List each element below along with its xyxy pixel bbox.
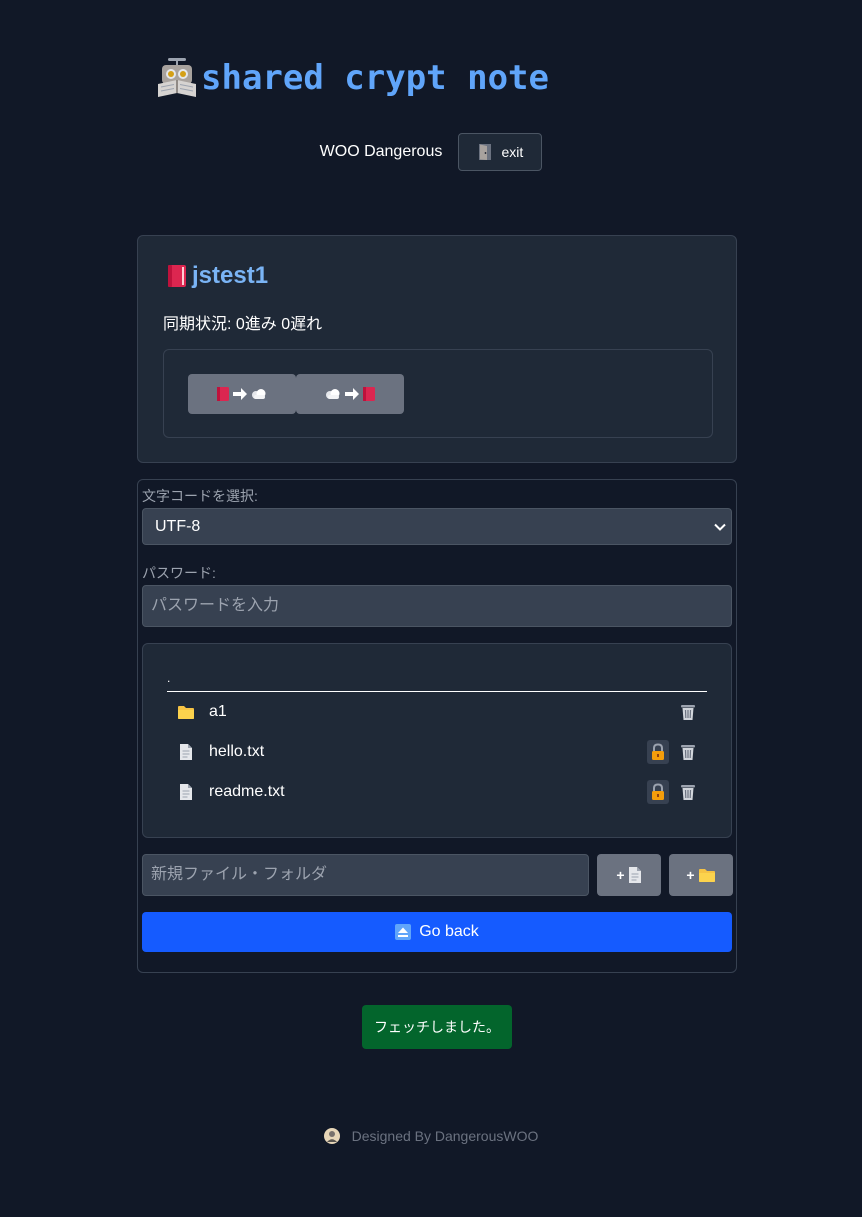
folder-icon	[174, 700, 198, 724]
document-icon	[174, 780, 198, 804]
folder-icon	[698, 869, 715, 882]
lock-icon[interactable]	[647, 780, 669, 804]
door-icon	[479, 144, 492, 160]
document-icon	[628, 867, 641, 883]
file-row-folder[interactable]: a1	[167, 696, 707, 728]
title-row: shared crypt note	[155, 56, 549, 100]
eject-icon	[395, 924, 412, 940]
chevron-down-icon	[714, 523, 726, 531]
user-row: WOO Dangerous exit	[0, 133, 862, 171]
robot-book-icon	[158, 58, 196, 97]
note-card: jstest1 同期状況: 0進み 0遅れ	[137, 235, 737, 463]
editor-panel: 文字コードを選択: UTF-8 パスワード: . a1 hello.txt re…	[137, 479, 737, 973]
password-input[interactable]	[142, 585, 732, 627]
exit-label: exit	[501, 144, 524, 160]
go-back-button[interactable]: Go back	[142, 912, 732, 952]
file-browser: . a1 hello.txt readme.txt	[142, 643, 732, 838]
arrow-right-icon	[233, 388, 247, 400]
file-name: a1	[209, 703, 227, 720]
red-book-icon	[168, 265, 186, 287]
trash-icon[interactable]	[677, 700, 699, 724]
avatar	[323, 1128, 340, 1144]
add-file-button[interactable]: +	[597, 854, 661, 896]
encoding-value: UTF-8	[155, 517, 201, 535]
trash-icon[interactable]	[677, 780, 699, 804]
password-label: パスワード:	[142, 565, 216, 581]
add-folder-button[interactable]: +	[669, 854, 733, 896]
current-path: .	[167, 671, 171, 685]
plus-label: +	[616, 867, 625, 883]
red-book-icon	[217, 387, 229, 401]
document-icon	[174, 740, 198, 764]
footer: Designed By DangerousWOO	[0, 1128, 862, 1144]
footer-text: Designed By DangerousWOO	[351, 1128, 539, 1144]
exit-button[interactable]: exit	[458, 133, 543, 171]
file-row-file[interactable]: readme.txt	[167, 776, 707, 808]
app-title: shared crypt note	[201, 58, 549, 98]
new-item-input[interactable]	[142, 854, 589, 896]
lock-icon[interactable]	[647, 740, 669, 764]
pull-from-cloud-button[interactable]	[296, 374, 404, 414]
file-name: readme.txt	[209, 783, 285, 800]
row-actions	[677, 700, 699, 724]
encoding-select[interactable]: UTF-8	[142, 508, 732, 545]
sync-actions	[163, 349, 713, 438]
row-actions	[647, 740, 699, 764]
path-divider	[167, 691, 707, 692]
cloud-icon	[252, 389, 266, 399]
file-row-file[interactable]: hello.txt	[167, 736, 707, 768]
red-book-icon	[363, 387, 375, 401]
trash-icon[interactable]	[677, 740, 699, 764]
status-toast: フェッチしました。	[362, 1005, 512, 1049]
username: WOO Dangerous	[319, 143, 443, 160]
note-title: jstest1	[166, 262, 268, 290]
plus-label: +	[686, 867, 695, 883]
note-title-text: jstest1	[192, 262, 269, 289]
cloud-icon	[326, 389, 340, 399]
push-to-cloud-button[interactable]	[188, 374, 296, 414]
encoding-label: 文字コードを選択:	[142, 488, 258, 504]
file-name: hello.txt	[209, 743, 265, 760]
row-actions	[647, 780, 699, 804]
go-back-label: Go back	[419, 923, 479, 940]
arrow-right-icon	[345, 388, 359, 400]
sync-status: 同期状況: 0進み 0遅れ	[163, 316, 323, 333]
